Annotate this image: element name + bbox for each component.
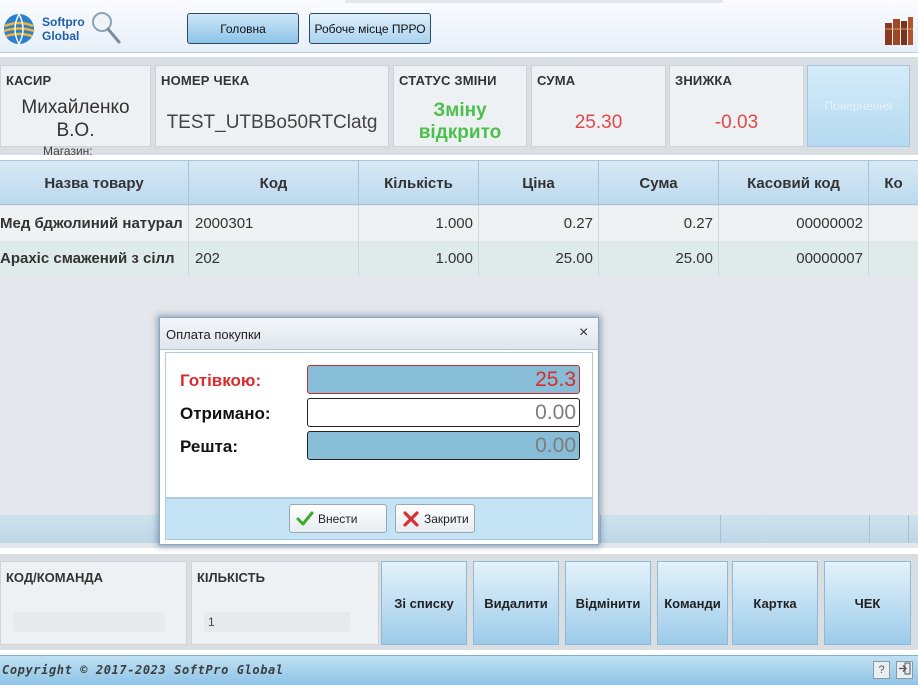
- logo-line2: Global: [42, 29, 80, 43]
- logo-text: Softpro Global: [42, 15, 85, 43]
- column-header-name[interactable]: Назва товару: [0, 161, 189, 206]
- quantity-label: КІЛЬКІСТЬ: [197, 570, 265, 585]
- shift-status-value: Зміну відкрито: [394, 100, 526, 144]
- dialog-title-bar[interactable]: Оплата покупки ×: [160, 318, 598, 350]
- return-button[interactable]: Повернення: [807, 65, 910, 147]
- code-command-field: КОД/КОМАНДА: [0, 561, 187, 645]
- column-header-more[interactable]: Ко: [869, 161, 918, 206]
- cell-sum: 25.00: [599, 241, 719, 276]
- sum-card: СУМА 25.30: [531, 65, 666, 147]
- change-label: Решта:: [180, 437, 238, 456]
- footer-divider: [869, 515, 870, 543]
- logo-line1: Softpro: [42, 15, 85, 29]
- column-header-price[interactable]: Ціна: [479, 161, 599, 206]
- cashier-card: КАСИР Михайленко В.О. Магазин:: [0, 65, 151, 158]
- card-button[interactable]: Картка: [732, 561, 818, 645]
- top-scrollbar[interactable]: [345, 0, 723, 3]
- magnifier-icon[interactable]: [90, 10, 122, 46]
- column-header-cash-code[interactable]: Касовий код: [719, 161, 869, 206]
- command-area: КОД/КОМАНДА КІЛЬКІСТЬ 1 Зі списку Видали…: [0, 554, 918, 650]
- shift-status-line2: відкрито: [418, 122, 502, 143]
- cashier-name-line1: Михайленко: [21, 97, 130, 118]
- cell-code: 2000301: [189, 206, 359, 241]
- cell-more: [869, 241, 918, 276]
- help-icon[interactable]: ?: [873, 661, 890, 679]
- cell-name: Мед бджолиний натурал: [0, 206, 189, 241]
- cashier-name: Михайленко В.О.: [1, 96, 150, 142]
- received-label: Отримано:: [180, 404, 271, 423]
- discount-card: ЗНИЖКА -0.03: [669, 65, 804, 147]
- globe-logo-icon: [3, 13, 35, 45]
- cashier-name-line2: В.О.: [56, 120, 95, 141]
- books-icon[interactable]: [884, 15, 914, 47]
- top-bar: Softpro Global Головна Робоче місце ПРРО: [0, 0, 918, 53]
- close-button[interactable]: Закрити: [395, 504, 475, 533]
- cell-code: 202: [189, 241, 359, 276]
- copyright-text: Copyright © 2017-2023 SoftPro Global: [2, 663, 284, 677]
- home-button[interactable]: Головна: [187, 13, 299, 44]
- column-header-sum[interactable]: Сума: [599, 161, 719, 206]
- column-header-qty[interactable]: Кількість: [359, 161, 479, 206]
- cash-label: Готівкою:: [180, 371, 262, 390]
- discount-value: -0.03: [714, 112, 759, 133]
- cancel-button[interactable]: Відмінити: [565, 561, 651, 645]
- shift-status-card: СТАТУС ЗМІНИ Зміну відкрито: [393, 65, 527, 147]
- check-number-card: НОМЕР ЧЕКА TEST_UTBBo50RTClatg: [155, 65, 389, 147]
- logout-icon[interactable]: [896, 661, 913, 679]
- cell-price: 0.27: [479, 206, 599, 241]
- table-header: Назва товару Код Кількість Ціна Сума Кас…: [0, 160, 918, 206]
- cell-cash-code: 00000002: [719, 206, 869, 241]
- cell-name: Арахіс смажений з сілл: [0, 241, 189, 276]
- close-icon[interactable]: ×: [579, 324, 588, 342]
- cell-sum: 0.27: [599, 206, 719, 241]
- check-number-value: TEST_UTBBo50RTClatg: [166, 112, 378, 133]
- cashier-label: КАСИР: [6, 73, 52, 88]
- cross-icon: [403, 510, 419, 527]
- quantity-field: КІЛЬКІСТЬ 1: [191, 561, 379, 645]
- cell-price: 25.00: [479, 241, 599, 276]
- checkmark-icon: [296, 511, 314, 525]
- delete-button[interactable]: Видалити: [473, 561, 559, 645]
- payment-dialog: Оплата покупки × Готівкою: 25.3 Отримано…: [159, 317, 599, 545]
- shop-label: Магазин:: [43, 144, 93, 158]
- shift-status-line1: Зміну: [433, 100, 487, 121]
- submit-label: Внести: [318, 511, 358, 526]
- quantity-input[interactable]: 1: [204, 612, 350, 632]
- info-row: КАСИР Михайленко В.О. Магазин: НОМЕР ЧЕК…: [0, 57, 918, 158]
- check-button[interactable]: ЧЕК: [824, 561, 911, 645]
- footer-divider: [600, 515, 601, 543]
- dialog-body: Готівкою: 25.3 Отримано: 0.00 Решта: 0.0…: [165, 352, 593, 498]
- cash-input[interactable]: 25.3: [307, 365, 580, 394]
- close-label: Закрити: [424, 511, 469, 526]
- cell-qty: 1.000: [359, 206, 479, 241]
- cell-more: [869, 206, 918, 241]
- dialog-footer: Внести Закрити: [165, 498, 593, 540]
- code-command-label: КОД/КОМАНДА: [6, 570, 104, 585]
- column-header-code[interactable]: Код: [189, 161, 359, 206]
- table-row[interactable]: Мед бджолиний натурал 2000301 1.000 0.27…: [0, 206, 918, 241]
- commands-button[interactable]: Команди: [657, 561, 728, 645]
- check-number-label: НОМЕР ЧЕКА: [161, 73, 250, 88]
- footer-divider: [908, 515, 909, 543]
- footer-divider: [720, 515, 721, 543]
- prro-workplace-button[interactable]: Робоче місце ПРРО: [309, 13, 431, 44]
- cell-qty: 1.000: [359, 241, 479, 276]
- change-input: 0.00: [307, 431, 580, 460]
- from-list-button[interactable]: Зі списку: [381, 561, 467, 645]
- shift-status-label: СТАТУС ЗМІНИ: [399, 73, 497, 88]
- dialog-title: Оплата покупки: [166, 327, 261, 342]
- table-row[interactable]: Арахіс смажений з сілл 202 1.000 25.00 2…: [0, 241, 918, 276]
- sum-label: СУМА: [537, 73, 576, 88]
- discount-label: ЗНИЖКА: [675, 73, 733, 88]
- cell-cash-code: 00000007: [719, 241, 869, 276]
- exit-arrow-icon: [899, 662, 911, 675]
- footer: Copyright © 2017-2023 SoftPro Global ?: [0, 655, 918, 685]
- submit-button[interactable]: Внести: [289, 504, 387, 533]
- received-input[interactable]: 0.00: [307, 398, 580, 427]
- sum-value: 25.30: [574, 112, 623, 133]
- code-command-input[interactable]: [13, 612, 165, 632]
